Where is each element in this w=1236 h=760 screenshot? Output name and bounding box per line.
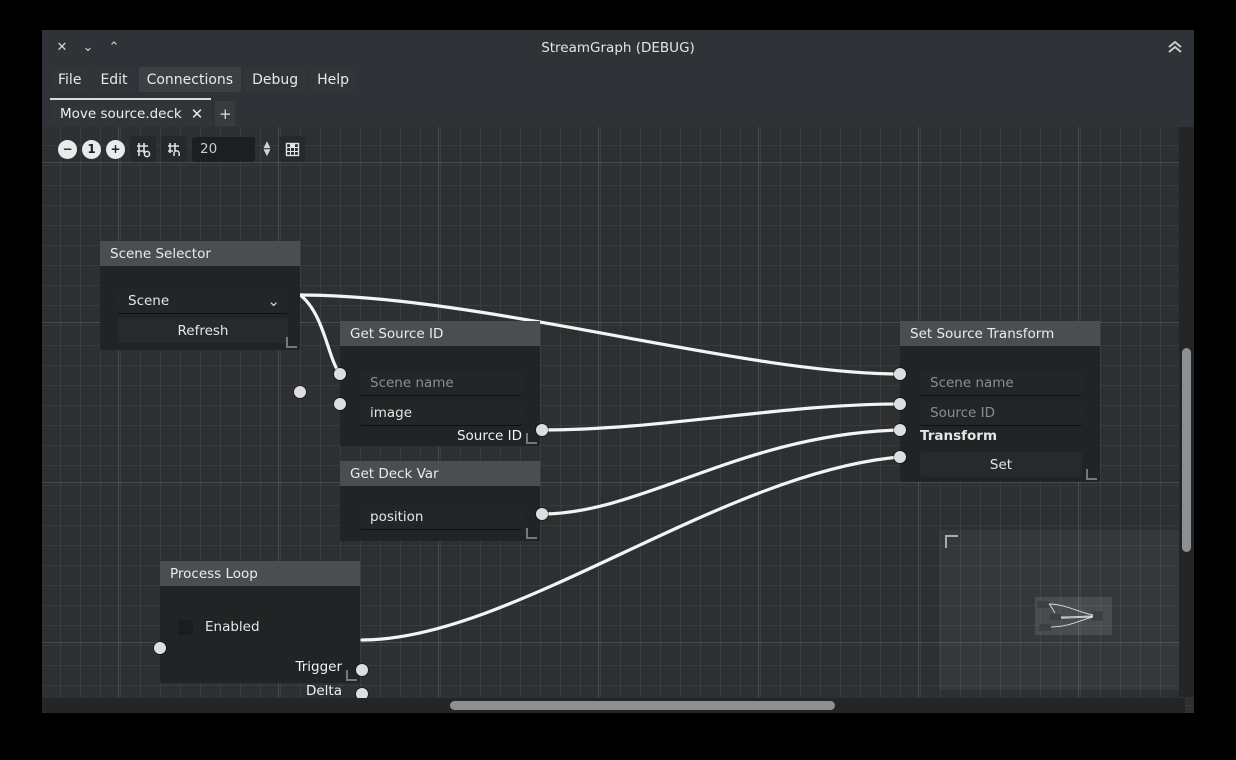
node-title: Get Source ID xyxy=(340,321,540,346)
vertical-scrollbar-thumb[interactable] xyxy=(1182,348,1191,552)
tab-close-icon[interactable]: ✕ xyxy=(191,105,204,123)
node-get-deck-var[interactable]: Get Deck Var position xyxy=(340,461,548,541)
node-resize-handle[interactable] xyxy=(526,528,537,539)
node-resize-handle[interactable] xyxy=(1086,469,1097,480)
node-resize-handle[interactable] xyxy=(526,433,537,444)
port-process-loop-trigger[interactable] xyxy=(356,664,368,676)
node-title: Scene Selector xyxy=(100,241,300,266)
collapse-chevron-icon[interactable] xyxy=(1164,36,1186,58)
port-set-transform-set[interactable] xyxy=(894,451,906,463)
scene-name-input[interactable]: Scene name xyxy=(920,371,1082,396)
minimap[interactable] xyxy=(939,530,1184,690)
port-process-loop-enabled[interactable] xyxy=(154,642,166,654)
enabled-row: Enabled xyxy=(178,619,260,635)
grid-size-stepper[interactable]: ▲ ▼ xyxy=(260,136,274,162)
port-set-transform-transform[interactable] xyxy=(894,424,906,436)
delta-output-label: Delta xyxy=(305,683,342,699)
node-get-source-id[interactable]: Get Source ID Scene name image Source ID xyxy=(334,321,548,446)
horizontal-scrollbar[interactable] xyxy=(42,698,1185,713)
node-process-loop[interactable]: Process Loop Enabled Trigger Delta xyxy=(154,561,368,700)
node-set-source-transform[interactable]: Set Source Transform Scene name Source I… xyxy=(894,321,1100,482)
zoom-out-icon[interactable]: − xyxy=(58,139,77,159)
tab-label: Move source.deck xyxy=(60,105,182,122)
stepper-down-icon[interactable]: ▼ xyxy=(264,149,271,158)
snap-to-grid-icon[interactable] xyxy=(130,136,156,162)
enabled-checkbox[interactable] xyxy=(178,619,193,635)
grid-size-input[interactable]: 20 xyxy=(192,136,255,162)
refresh-button[interactable]: Refresh xyxy=(118,318,288,343)
node-resize-handle[interactable] xyxy=(286,337,297,348)
scene-dropdown[interactable]: Scene ⌄ xyxy=(118,289,288,314)
node-canvas[interactable]: − 1 + 20 ▲ ▼ Scene Selector Scene ⌄ Refr… xyxy=(42,127,1194,713)
menu-edit[interactable]: Edit xyxy=(92,67,136,92)
scene-name-input[interactable]: Scene name xyxy=(360,371,522,396)
node-scene-selector[interactable]: Scene Selector Scene ⌄ Refresh xyxy=(100,241,306,398)
canvas-toolbar: − 1 + 20 ▲ ▼ xyxy=(58,134,305,164)
add-tab-button[interactable]: + xyxy=(215,101,236,126)
zoom-reset-icon[interactable]: 1 xyxy=(82,139,101,159)
node-title: Set Source Transform xyxy=(900,321,1100,346)
vertical-scrollbar[interactable] xyxy=(1179,127,1194,697)
minimap-graph xyxy=(1037,601,1103,631)
scene-dropdown-value: Scene xyxy=(128,293,170,309)
source-name-input[interactable]: image xyxy=(360,401,522,426)
set-button[interactable]: Set xyxy=(920,452,1082,477)
transform-input-label: Transform xyxy=(920,428,998,444)
tab-move-source-deck[interactable]: Move source.deck ✕ xyxy=(50,98,212,127)
minimap-viewport[interactable] xyxy=(1035,597,1112,635)
deck-var-input[interactable]: position xyxy=(360,505,522,530)
menu-file[interactable]: File xyxy=(50,67,90,92)
horizontal-scrollbar-thumb[interactable] xyxy=(450,701,835,710)
port-get-deck-var-out[interactable] xyxy=(536,508,548,520)
port-set-transform-source-id[interactable] xyxy=(894,398,906,410)
node-title: Process Loop xyxy=(160,561,360,586)
port-get-source-id-scene-name[interactable] xyxy=(334,368,346,380)
source-id-output-label: Source ID xyxy=(456,428,522,444)
minimap-corner-marker xyxy=(945,535,958,548)
port-scene-selector-out[interactable] xyxy=(294,386,306,398)
app-window: ✕ ⌄ ⌃ StreamGraph (DEBUG) File Edit Conn… xyxy=(42,30,1194,713)
grid-toggle-icon[interactable] xyxy=(279,136,305,162)
zoom-in-icon[interactable]: + xyxy=(106,139,125,159)
port-set-transform-scene-name[interactable] xyxy=(894,368,906,380)
source-id-input[interactable]: Source ID xyxy=(920,401,1082,426)
trigger-output-label: Trigger xyxy=(295,659,342,675)
snap-to-node-icon[interactable] xyxy=(161,136,187,162)
port-get-source-id-source-name[interactable] xyxy=(334,398,346,410)
port-get-source-id-out[interactable] xyxy=(536,424,548,436)
menu-bar: File Edit Connections Debug Help xyxy=(42,65,1194,94)
chevron-down-icon: ⌄ xyxy=(267,292,280,310)
menu-connections[interactable]: Connections xyxy=(138,67,242,92)
title-bar: ✕ ⌄ ⌃ StreamGraph (DEBUG) xyxy=(42,30,1194,65)
menu-debug[interactable]: Debug xyxy=(244,67,307,92)
menu-help[interactable]: Help xyxy=(309,67,358,92)
tab-bar: Move source.deck ✕ + xyxy=(42,94,1194,127)
enabled-label: Enabled xyxy=(205,619,260,635)
node-title: Get Deck Var xyxy=(340,461,540,486)
window-title: StreamGraph (DEBUG) xyxy=(541,39,695,56)
